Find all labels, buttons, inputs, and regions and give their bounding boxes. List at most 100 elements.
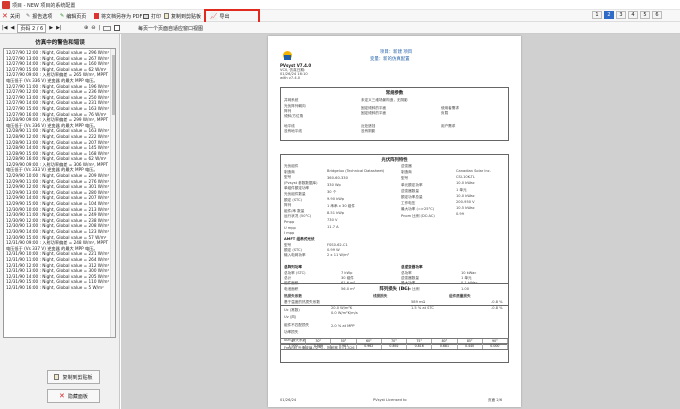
- warnings-panel-title: 仿真中的警告和错误: [35, 40, 85, 46]
- edit-header-button[interactable]: ✎ 编辑页页: [60, 12, 86, 20]
- zoom-slider[interactable]: [103, 25, 112, 31]
- hide-panel-button[interactable]: ✕ 隐藏面板: [47, 389, 100, 403]
- log-line: 12/29/90 15:00 : Night, Global value = 1…: [6, 201, 110, 207]
- first-page-icon[interactable]: |◀: [2, 25, 8, 31]
- next-page-icon[interactable]: ▶: [49, 25, 53, 31]
- row-label: I mpp: [284, 231, 295, 236]
- window-title: 项目 - NEW 项目的系统配置: [12, 3, 76, 9]
- row-value: 未定义三维场景构造，无阴影: [361, 98, 408, 102]
- page-tab-2[interactable]: 2: [604, 11, 614, 19]
- toolbar-navigation: |◀ ◀ 页码 2 / 6 ▶ ▶| ⊕ ⊖ | 每页一个页面自适应窗口视图: [0, 22, 680, 34]
- section-title: 光伏阵列特性: [381, 158, 408, 163]
- iam-value-cell: 0.000: [483, 344, 508, 349]
- log-line: 12/27/90 15:00 : Night, Global value = 1…: [6, 105, 110, 111]
- row-value: 0.99 W: [327, 248, 340, 252]
- row-value: 730 V: [327, 218, 338, 222]
- copy-clipboard-button[interactable]: 复制到剪贴板: [164, 12, 201, 20]
- log-line: 12/30/90 11:00 : Night, Global value = 2…: [6, 212, 110, 218]
- page-tab-6[interactable]: 6: [652, 11, 662, 19]
- log-line: 12/28/90 09:00 : 入射功率偏差 = 299 W/m², MPPT: [6, 117, 109, 123]
- warnings-log[interactable]: 12/27/90 12:00 : Night, Global value = 2…: [3, 48, 116, 338]
- row-value: 10 kWac: [461, 271, 477, 275]
- close-icon: ✕: [2, 12, 8, 20]
- row-value: 1 串串 x 30 组件: [327, 204, 355, 208]
- title-bar: 项目 - NEW 项目的系统配置: [0, 0, 680, 10]
- logo-sub-3: with v7.4.0: [280, 76, 301, 80]
- clipboard-icon: [54, 374, 60, 380]
- log-line: 12/30/90 14:00 : Night, Global value = 1…: [6, 229, 110, 234]
- zoom-in-icon[interactable]: ⊕: [84, 25, 88, 31]
- row-value: -0.8 %: [491, 300, 503, 304]
- iam-value-row: 1.000 0.999 0.987 0.962 0.892 0.816 0.681 0.440…: [280, 343, 509, 350]
- row-value: 8.51 kWp: [327, 211, 345, 215]
- report-project: 项目：新建 项目: [380, 50, 413, 55]
- last-page-icon[interactable]: ▶|: [56, 25, 62, 31]
- row-label: Pnom 比例 (DC:AC): [401, 213, 435, 218]
- row-value: 负载: [441, 111, 449, 115]
- row-value: 1 单元: [456, 187, 467, 192]
- row-label: 组件不匹配损失: [284, 322, 310, 327]
- row-value: 7 kWp: [341, 271, 353, 275]
- iam-value-cell: 0.440: [458, 344, 483, 349]
- section-title: 常规参数: [385, 91, 404, 96]
- row-label: 单元额定功率: [401, 182, 423, 187]
- printer-icon: [143, 13, 149, 19]
- warnings-panel: 仿真中的警告和错误 12/27/90 12:00 : Night, Global…: [0, 34, 120, 409]
- pencil-icon: ✎: [60, 13, 65, 19]
- row-label: 倾斜/方位角: [284, 114, 304, 118]
- row-label: Pmpp: [284, 220, 295, 224]
- row-label: 逆变器: [401, 164, 412, 168]
- row-label: 并网系统: [284, 98, 299, 102]
- row-value: 用户需求: [441, 124, 456, 128]
- scroll-thumb[interactable]: [112, 55, 115, 115]
- page-indicator[interactable]: 页码 2 / 6: [17, 23, 47, 33]
- zoom-out-icon[interactable]: ⊖: [91, 25, 95, 31]
- fit-page-icon[interactable]: [114, 25, 121, 31]
- clipboard-icon: [164, 13, 169, 19]
- close-button[interactable]: ✕ 关闭: [2, 12, 20, 20]
- warnings-list: 12/27/90 12:00 : Night, Global value = 2…: [6, 50, 110, 291]
- page-tab-5[interactable]: 5: [640, 11, 650, 19]
- log-line: 12/29/90 10:00 : Night, Global value = 2…: [6, 173, 110, 179]
- row-value: 330 Wp: [327, 183, 341, 187]
- row-value: Canadian Solar Inc.: [456, 169, 491, 173]
- log-line: 12/27/90 12:00 : Night, Global value = 2…: [6, 89, 110, 95]
- close-icon: ✕: [59, 392, 65, 400]
- print-button[interactable]: 打印: [143, 12, 161, 20]
- row-value: 30 个: [327, 190, 337, 194]
- row-label: 最大功率 (=>25°C): [401, 207, 435, 212]
- row-value: 9.90 kWp: [327, 197, 345, 201]
- iam-value-cell: 0.962: [357, 344, 382, 349]
- row-value: 2.0 % at MPP: [331, 324, 355, 328]
- row-value: 固定倾斜的平面: [361, 111, 387, 115]
- row-label: 逆变器数量: [401, 188, 419, 193]
- row-value: 200-950 V: [456, 200, 475, 204]
- row-value: -0.8 %: [491, 306, 503, 310]
- row-label: 型号: [401, 176, 409, 181]
- row-label: 没有地平线: [284, 129, 302, 133]
- copy-clipboard-panel-button[interactable]: 复制到剪贴板: [47, 370, 100, 384]
- row-label: 功率损失: [284, 330, 299, 335]
- iam-value-cell: 0.987: [331, 344, 357, 349]
- log-line: 12/28/90 14:00 : Night, Global value = 1…: [6, 145, 110, 151]
- page-tab-4[interactable]: 4: [628, 11, 638, 19]
- log-line: 12/28/90 12:00 : Night, Global value = 2…: [6, 133, 110, 139]
- report-page: PVsyst V7.4.0 VC0, 仿真日期: 01/26/24 16:10 …: [268, 36, 521, 407]
- row-value: FSS0-62-C1: [327, 243, 348, 247]
- pvsyst-logo-icon: [282, 50, 293, 61]
- save-pdf-button[interactable]: 将文档另存为 PDF: [94, 12, 142, 20]
- page-tab-1[interactable]: 1: [592, 11, 602, 19]
- report-viewer[interactable]: PVsyst V7.4.0 VC0, 仿真日期: 01/26/24 16:10 …: [121, 34, 680, 409]
- warnings-scrollbar[interactable]: [110, 49, 115, 337]
- row-label: Uv (风): [284, 315, 297, 320]
- row-value: 没有阴影: [361, 129, 376, 133]
- row-label: 型号: [284, 175, 292, 180]
- row-label: 运行状况 (50°C): [284, 214, 312, 219]
- prev-page-icon[interactable]: ◀: [11, 25, 15, 31]
- report-options-button[interactable]: ✎ 报告选项: [26, 12, 52, 20]
- general-params-section: 常规参数 并网系统 光伏阵列朝向 阵列 倾斜/方位角 地平线 没有地平线 未定义…: [280, 87, 509, 141]
- page-tab-3[interactable]: 3: [616, 11, 626, 19]
- col-title: 热损失系数: [284, 294, 302, 298]
- fit-window-option[interactable]: 每页一个页面自适应窗口视图: [138, 24, 203, 32]
- row-label: 光伏组件: [284, 164, 299, 168]
